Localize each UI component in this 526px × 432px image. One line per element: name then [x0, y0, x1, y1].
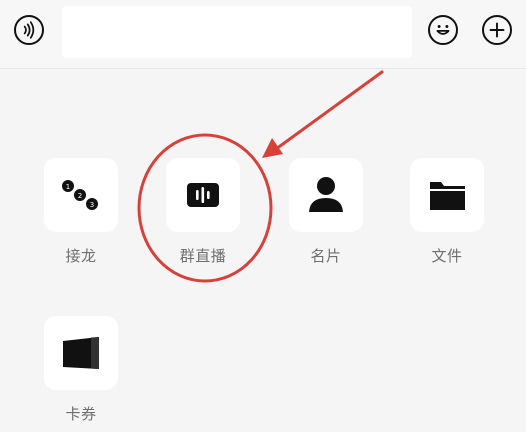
voice-input-button[interactable]	[14, 15, 44, 45]
contact-card-icon	[309, 177, 343, 212]
panel-item-contact-card[interactable]: 名片	[288, 158, 364, 266]
panel-item-group-live[interactable]: 群直播	[165, 158, 241, 266]
panel-item-label: 接龙	[65, 247, 97, 265]
svg-text:1: 1	[66, 183, 70, 191]
panel-item-coupon[interactable]: 卡券	[43, 316, 119, 424]
annotation-arrowhead	[262, 138, 283, 158]
panel-item-label: 群直播	[179, 247, 227, 265]
coupon-icon	[63, 337, 99, 369]
panel-item-label: 卡券	[65, 405, 97, 423]
emoji-icon	[436, 25, 450, 35]
chat-input-bar	[0, 0, 526, 69]
folder-icon	[430, 182, 465, 210]
svg-text:2: 2	[78, 192, 82, 200]
relay-icon: 1 2 3	[62, 180, 98, 210]
svg-text:3: 3	[90, 201, 94, 209]
panel-item-file[interactable]: 文件	[409, 158, 485, 266]
plus-icon	[489, 22, 505, 38]
annotation-arrow-line	[274, 70, 384, 151]
panel-item-label: 文件	[431, 247, 463, 265]
more-functions-button[interactable]	[482, 15, 512, 45]
panel-item-label: 名片	[310, 247, 342, 265]
voice-icon	[23, 21, 35, 39]
panel-item-relay[interactable]: 1 2 3 接龙	[43, 158, 119, 266]
group-live-icon	[187, 183, 219, 207]
emoji-button[interactable]	[428, 15, 458, 45]
message-input[interactable]	[62, 6, 412, 58]
